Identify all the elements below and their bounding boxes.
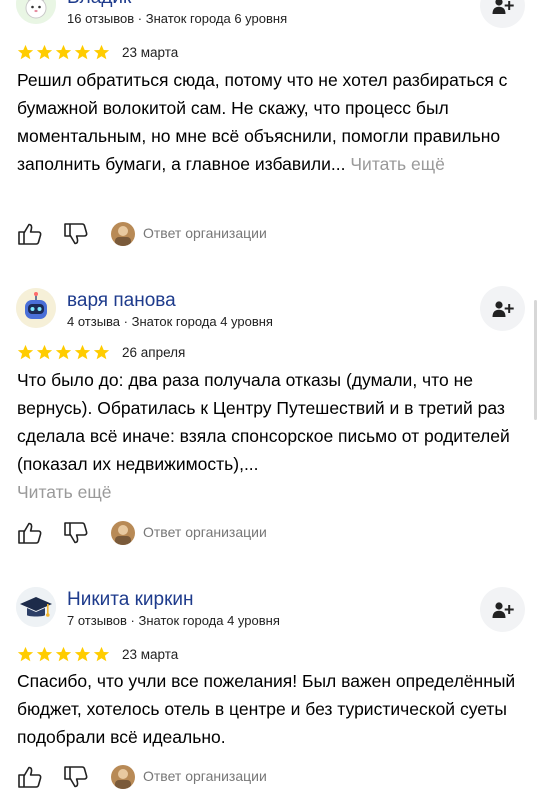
- graduation-cap-avatar-icon: [16, 587, 56, 627]
- star-icon: [93, 646, 110, 662]
- review-date: 26 апреля: [122, 345, 186, 360]
- review-actions: Ответ организации: [17, 521, 417, 545]
- organization-avatar-icon: [111, 222, 135, 246]
- read-more-link[interactable]: Читать ещё: [350, 154, 444, 174]
- organization-avatar-icon: [111, 521, 135, 545]
- follow-button[interactable]: [480, 587, 525, 632]
- review-actions: Ответ организации: [17, 222, 417, 246]
- bunny-avatar-icon: [16, 0, 56, 24]
- star-icon: [74, 646, 91, 662]
- author-meta: 7 отзывов · Знаток города 4 уровня: [67, 613, 280, 628]
- read-more-link[interactable]: Читать ещё: [17, 482, 111, 502]
- review-date: 23 марта: [122, 647, 179, 662]
- review-date: 23 марта: [122, 45, 179, 60]
- thumbs-down-icon[interactable]: [63, 765, 89, 789]
- org-reply-link[interactable]: Ответ организации: [143, 768, 267, 784]
- author-avatar[interactable]: [16, 288, 56, 328]
- rating-stars: [17, 344, 110, 361]
- author-meta: 4 отзыва · Знаток города 4 уровня: [67, 314, 273, 329]
- review-body: Спасибо, что учли все пожелания! Был важ…: [17, 671, 516, 747]
- star-icon: [74, 44, 91, 60]
- star-icon: [55, 344, 72, 360]
- star-icon: [36, 646, 53, 662]
- star-icon: [55, 646, 72, 662]
- star-icon: [36, 344, 53, 360]
- star-icon: [93, 44, 110, 60]
- follow-button[interactable]: [480, 286, 525, 331]
- org-reply-link[interactable]: Ответ организации: [143, 524, 267, 540]
- review-text: Спасибо, что учли все пожелания! Был важ…: [17, 667, 522, 751]
- star-icon: [17, 44, 34, 60]
- add-user-icon: [492, 300, 514, 317]
- star-icon: [55, 44, 72, 60]
- star-icon: [17, 344, 34, 360]
- organization-avatar-icon: [111, 765, 135, 789]
- add-user-icon: [492, 601, 514, 618]
- star-icon: [36, 44, 53, 60]
- thumbs-down-icon[interactable]: [63, 222, 89, 246]
- thumbs-up-icon[interactable]: [17, 765, 43, 789]
- review-body: Что было до: два раза получала отказы (д…: [17, 370, 510, 474]
- review-text: Что было до: два раза получала отказы (д…: [17, 366, 522, 506]
- add-user-icon: [492, 0, 514, 14]
- star-icon: [17, 646, 34, 662]
- thumbs-up-icon[interactable]: [17, 521, 43, 545]
- thumbs-up-icon[interactable]: [17, 222, 43, 246]
- thumbs-down-icon[interactable]: [63, 521, 89, 545]
- rating-stars: [17, 646, 110, 663]
- author-name[interactable]: Никита киркин: [67, 589, 194, 611]
- review-text: Решил обратиться сюда, потому что не хот…: [17, 66, 522, 178]
- rating-stars: [17, 44, 110, 61]
- star-icon: [74, 344, 91, 360]
- author-meta: 16 отзывов · Знаток города 6 уровня: [67, 11, 288, 26]
- star-icon: [93, 344, 110, 360]
- review-actions: Ответ организации: [17, 765, 417, 789]
- follow-button[interactable]: [480, 0, 525, 28]
- author-name[interactable]: Владик: [67, 0, 131, 9]
- author-avatar[interactable]: [16, 0, 56, 24]
- author-name[interactable]: варя панова: [67, 290, 176, 312]
- author-avatar[interactable]: [16, 587, 56, 627]
- robot-avatar-icon: [16, 288, 56, 328]
- org-reply-link[interactable]: Ответ организации: [143, 225, 267, 241]
